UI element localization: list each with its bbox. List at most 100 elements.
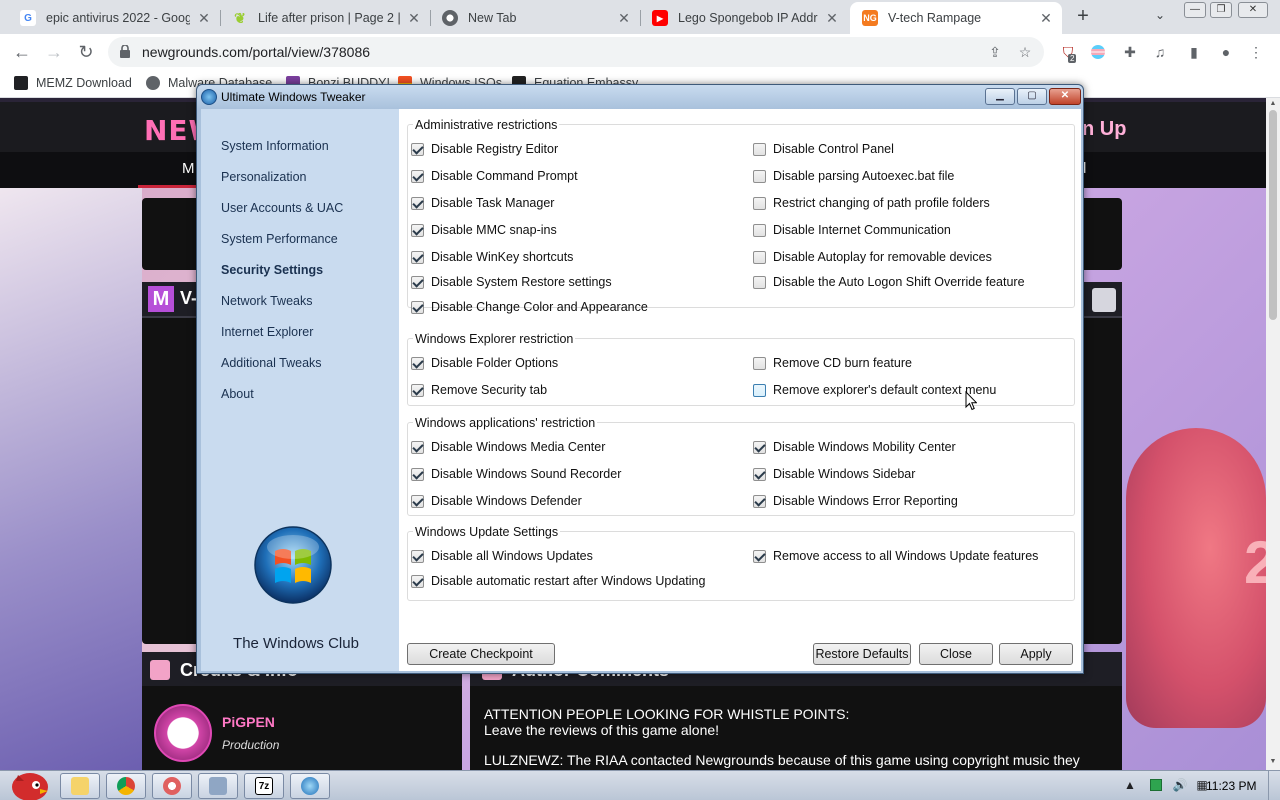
checkbox-box[interactable]: [753, 356, 766, 370]
checkbox-box[interactable]: [411, 250, 424, 264]
checkbox-disable-defender[interactable]: Disable Windows Defender: [411, 494, 582, 508]
sign-up-link[interactable]: n Up: [1082, 118, 1126, 141]
checkbox-disable-mmc-snapins[interactable]: Disable MMC snap-ins: [411, 223, 557, 237]
back-arrow-icon[interactable]: ←: [10, 40, 34, 64]
sidebar-item-internet-explorer[interactable]: Internet Explorer: [221, 325, 313, 339]
show-desktop-button[interactable]: [1268, 771, 1280, 800]
checkbox-box[interactable]: [411, 494, 424, 508]
checkbox-disable-registry-editor[interactable]: Disable Registry Editor: [411, 142, 558, 156]
checkbox-box[interactable]: [753, 383, 766, 397]
checkbox-box[interactable]: [753, 169, 766, 183]
tray-expand-icon[interactable]: ▲: [1122, 777, 1138, 793]
address-bar[interactable]: newgrounds.com/portal/view/378086 ⇪ ☆: [108, 37, 1044, 67]
browser-tab-2[interactable]: ❦ Life after prison | Page 2 | K ✕: [220, 2, 430, 34]
tab-close-icon[interactable]: ✕: [616, 10, 632, 27]
window-close-button[interactable]: ✕: [1238, 2, 1268, 18]
volume-icon[interactable]: 🔊: [1172, 777, 1188, 793]
author-name-link[interactable]: PiGPEN: [222, 714, 275, 730]
checkbox-disable-mobility-center[interactable]: Disable Windows Mobility Center: [753, 440, 956, 454]
taskbar-7zip[interactable]: 7z: [244, 773, 284, 799]
checkbox-box[interactable]: [753, 275, 766, 289]
checkbox-box[interactable]: [753, 223, 766, 237]
tab-close-icon[interactable]: ✕: [824, 10, 840, 27]
bookmark-memz[interactable]: MEMZ Download: [14, 76, 132, 90]
checkbox-box[interactable]: [411, 275, 424, 289]
apply-button[interactable]: Apply: [999, 643, 1073, 665]
checkbox-box[interactable]: [411, 142, 424, 156]
share-icon[interactable]: [1092, 288, 1116, 312]
media-control-icon[interactable]: ♫: [1150, 42, 1170, 62]
browser-tab-1[interactable]: G epic antivirus 2022 - Google ✕: [8, 2, 220, 34]
create-checkpoint-button[interactable]: Create Checkpoint: [407, 643, 555, 665]
close-window-button[interactable]: ✕: [1049, 88, 1081, 105]
checkbox-box[interactable]: [753, 440, 766, 454]
checkbox-box[interactable]: [411, 549, 424, 563]
checkbox-box[interactable]: [411, 196, 424, 210]
maximize-button[interactable]: ▢: [1017, 88, 1047, 105]
sidebar-item-network-tweaks[interactable]: Network Tweaks: [221, 294, 312, 308]
checkbox-disable-autoplay[interactable]: Disable Autoplay for removable devices: [753, 250, 992, 264]
checkbox-disable-folder-options[interactable]: Disable Folder Options: [411, 356, 558, 370]
checkbox-disable-winkey-shortcuts[interactable]: Disable WinKey shortcuts: [411, 250, 573, 264]
checkbox-restrict-profile-folders[interactable]: Restrict changing of path profile folder…: [753, 196, 990, 210]
checkbox-box[interactable]: [753, 250, 766, 264]
checkbox-disable-auto-logon-shift[interactable]: Disable the Auto Logon Shift Override fe…: [753, 275, 1025, 289]
checkbox-disable-error-reporting[interactable]: Disable Windows Error Reporting: [753, 494, 958, 508]
sidebar-item-user-accounts[interactable]: User Accounts & UAC: [221, 201, 343, 215]
checkbox-remove-security-tab[interactable]: Remove Security tab: [411, 383, 547, 397]
taskbar-installer[interactable]: [198, 773, 238, 799]
window-restore-button[interactable]: ❐: [1210, 2, 1232, 18]
tab-close-icon[interactable]: ✕: [406, 10, 422, 27]
checkbox-box[interactable]: [411, 169, 424, 183]
profile-avatar-icon[interactable]: ●: [1216, 42, 1236, 62]
checkbox-disable-sound-recorder[interactable]: Disable Windows Sound Recorder: [411, 467, 621, 481]
reload-icon[interactable]: ↻: [74, 40, 98, 64]
browser-tab-5-active[interactable]: NG V-tech Rampage ✕: [850, 2, 1062, 34]
checkbox-disable-control-panel[interactable]: Disable Control Panel: [753, 142, 894, 156]
checkbox-box[interactable]: [753, 467, 766, 481]
tab-close-icon[interactable]: ✕: [196, 10, 212, 27]
taskbar-explorer[interactable]: [60, 773, 100, 799]
browser-tab-3[interactable]: New Tab ✕: [430, 2, 640, 34]
checkbox-box[interactable]: [411, 467, 424, 481]
checkbox-disable-internet-communication[interactable]: Disable Internet Communication: [753, 223, 951, 237]
checkbox-remove-update-access[interactable]: Remove access to all Windows Update feat…: [753, 549, 1038, 563]
avatar[interactable]: [154, 704, 212, 762]
checkbox-disable-windows-updates[interactable]: Disable all Windows Updates: [411, 549, 593, 563]
nav-item-movies[interactable]: M: [182, 160, 195, 177]
tab-search-chevron-icon[interactable]: ⌄: [1150, 8, 1170, 26]
checkbox-box[interactable]: [411, 383, 424, 397]
battery-icon[interactable]: [1150, 779, 1162, 791]
bookmark-star-icon[interactable]: ☆: [1016, 43, 1034, 61]
close-button[interactable]: Close: [919, 643, 993, 665]
forward-arrow-icon[interactable]: →: [42, 40, 66, 64]
checkbox-disable-autoexec[interactable]: Disable parsing Autoexec.bat file: [753, 169, 954, 183]
minimize-button[interactable]: ▁: [985, 88, 1015, 105]
window-titlebar[interactable]: Ultimate Windows Tweaker ▁ ▢ ✕: [197, 85, 1083, 109]
checkbox-box[interactable]: [753, 494, 766, 508]
start-angry-bird-icon[interactable]: [4, 765, 52, 800]
sidebar-item-additional-tweaks[interactable]: Additional Tweaks: [221, 356, 322, 370]
checkbox-box[interactable]: [753, 196, 766, 210]
checkbox-disable-change-color[interactable]: Disable Change Color and Appearance: [411, 300, 648, 314]
checkbox-disable-automatic-restart[interactable]: Disable automatic restart after Windows …: [411, 574, 705, 588]
page-scrollbar[interactable]: ▲ ▼: [1266, 98, 1280, 770]
scroll-up-arrow-icon[interactable]: ▲: [1268, 100, 1278, 107]
sidebar-item-security-settings[interactable]: Security Settings: [221, 263, 323, 277]
checkbox-box[interactable]: [411, 440, 424, 454]
sidebar-item-system-performance[interactable]: System Performance: [221, 232, 338, 246]
scrollbar-thumb[interactable]: [1269, 110, 1277, 320]
chrome-menu-icon[interactable]: ⋮: [1246, 42, 1266, 62]
sidebar-item-system-information[interactable]: System Information: [221, 139, 329, 153]
extensions-puzzle-icon[interactable]: ✚: [1120, 42, 1140, 62]
checkbox-disable-sidebar[interactable]: Disable Windows Sidebar: [753, 467, 915, 481]
new-tab-plus-icon[interactable]: +: [1072, 6, 1094, 28]
checkbox-remove-explorer-context-menu[interactable]: Remove explorer's default context menu: [753, 383, 996, 397]
side-panel-icon[interactable]: ▮: [1184, 42, 1204, 62]
checkbox-disable-media-center[interactable]: Disable Windows Media Center: [411, 440, 605, 454]
checkbox-disable-system-restore[interactable]: Disable System Restore settings: [411, 275, 612, 289]
checkbox-disable-command-prompt[interactable]: Disable Command Prompt: [411, 169, 578, 183]
browser-tab-4[interactable]: ▶ Lego Spongebob IP Address ✕: [640, 2, 848, 34]
scroll-down-arrow-icon[interactable]: ▼: [1268, 758, 1278, 765]
taskbar-clock[interactable]: 11:23 PM: [1206, 779, 1256, 793]
